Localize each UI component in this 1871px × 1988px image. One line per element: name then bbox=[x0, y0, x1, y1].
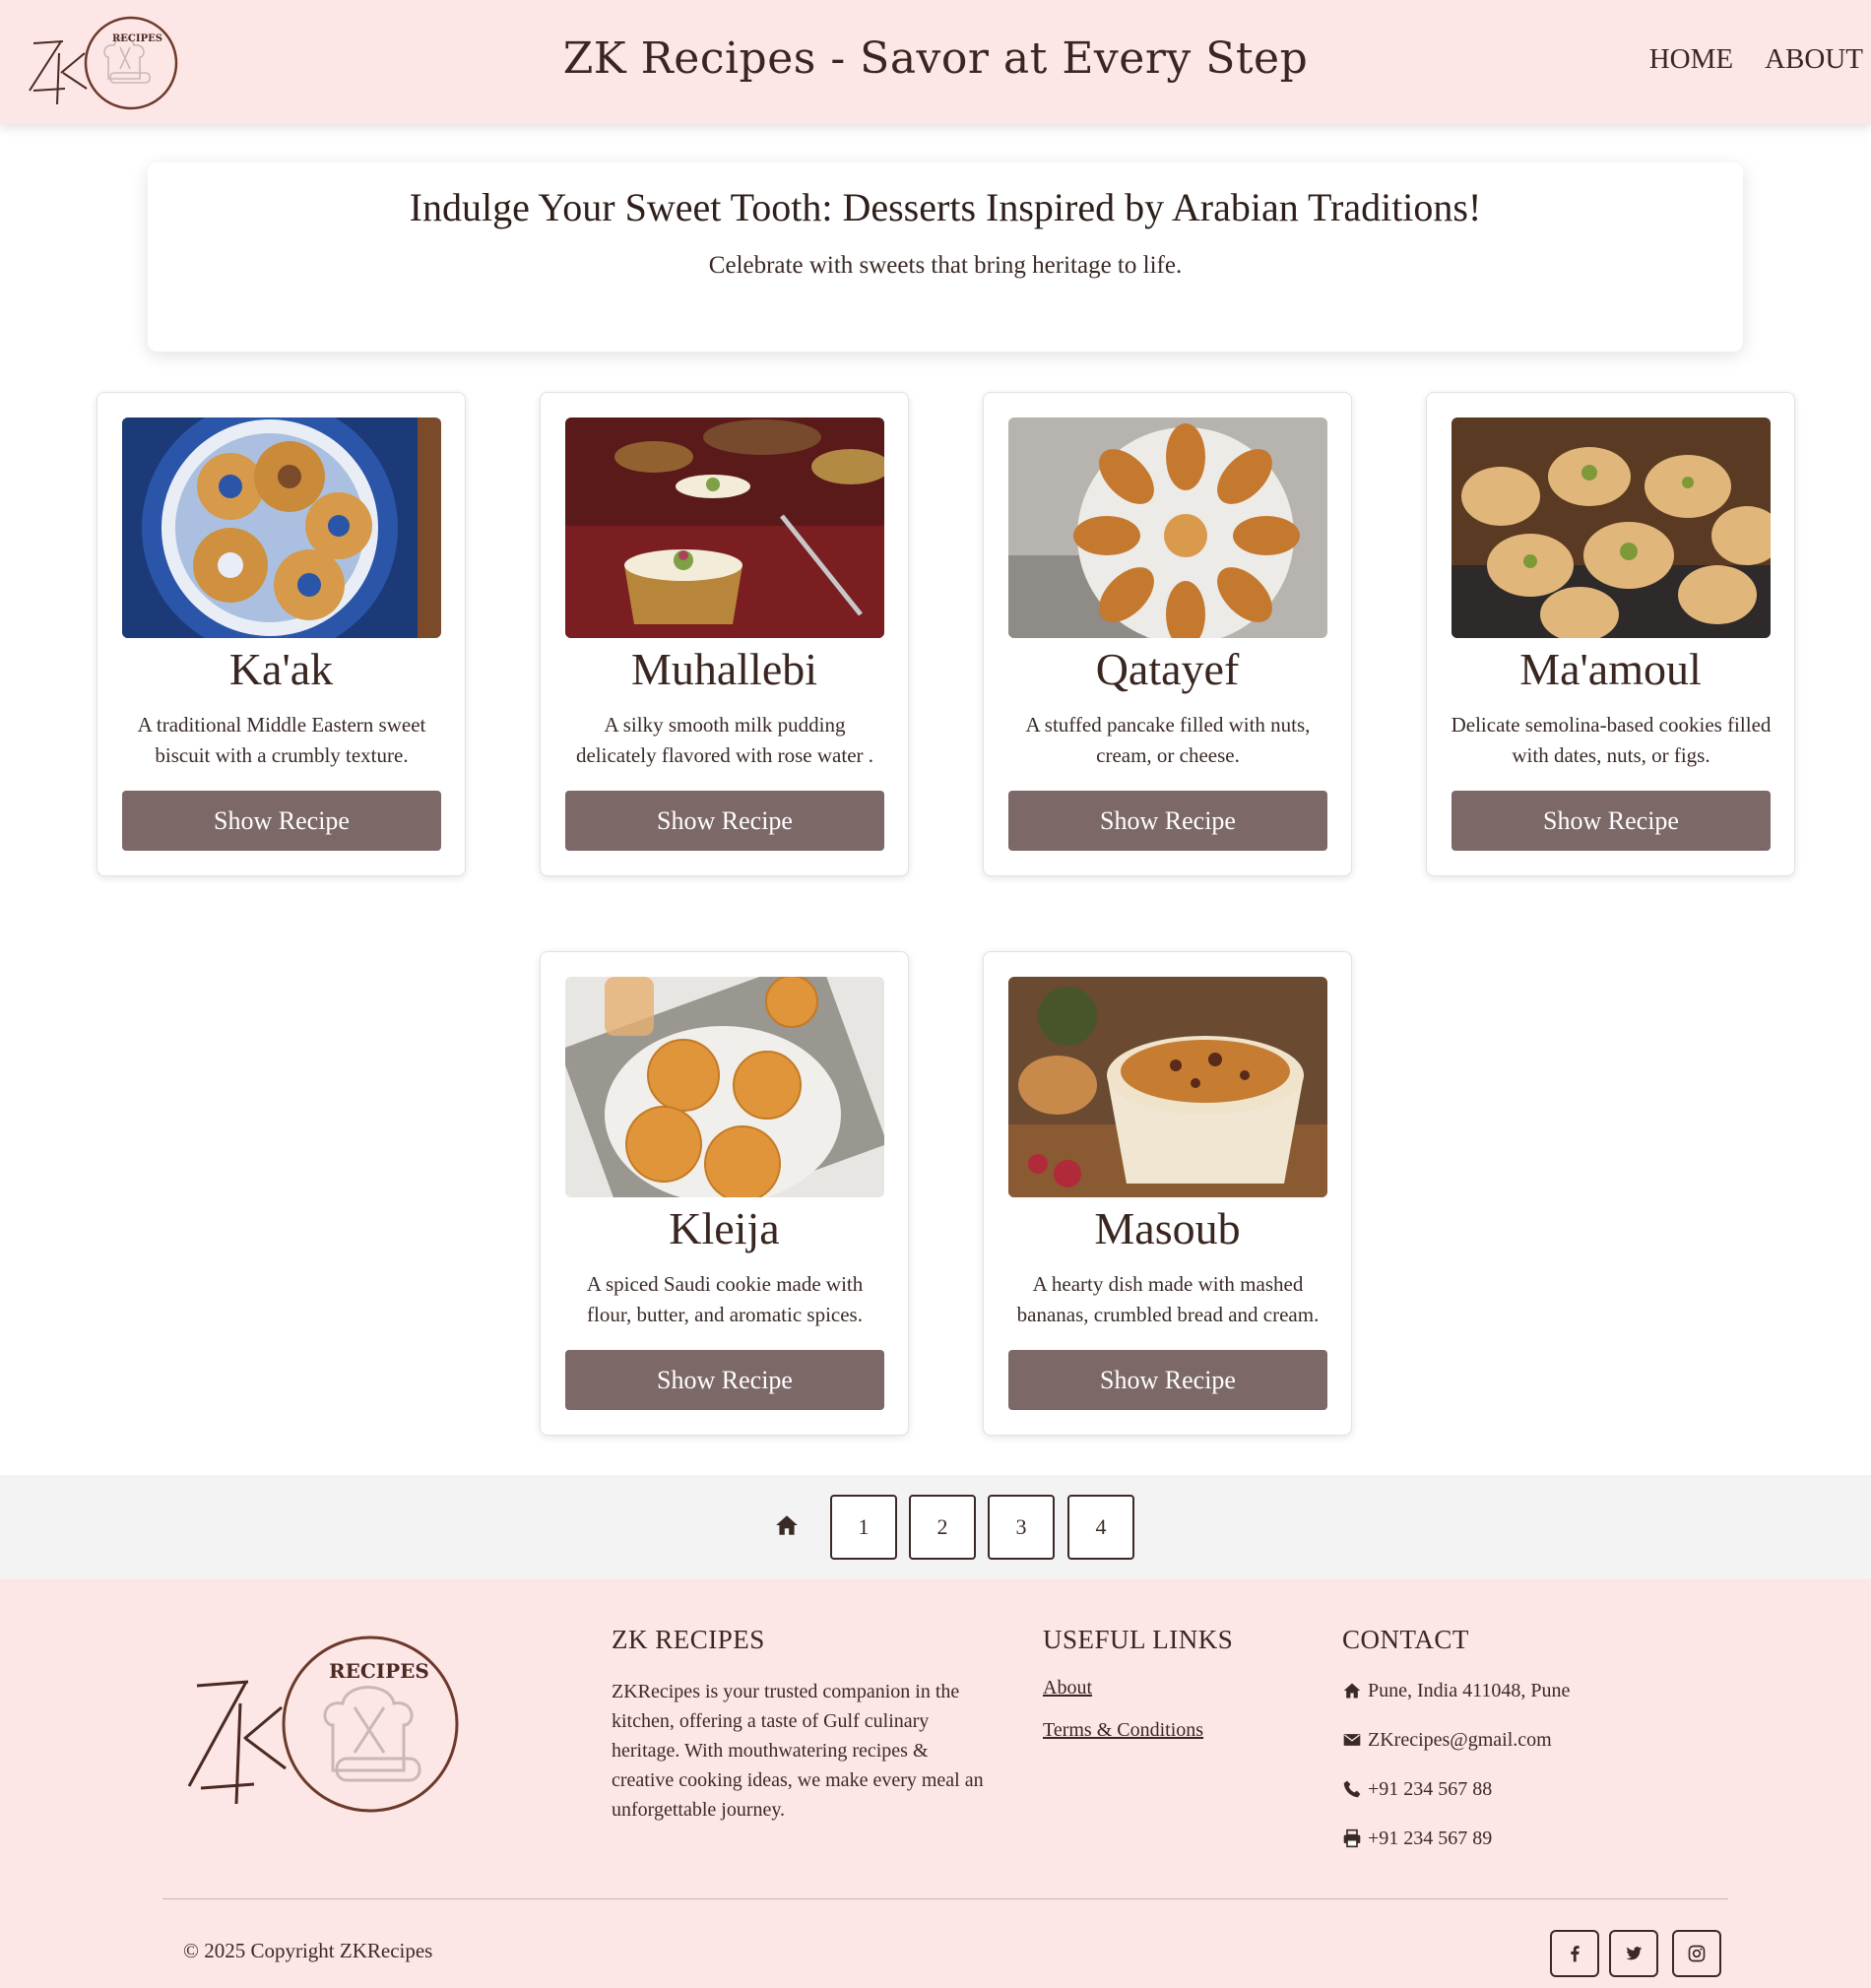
contact-phone: +91 234 567 88 bbox=[1342, 1775, 1697, 1803]
main-nav: HOME ABOUT bbox=[1649, 43, 1863, 76]
facebook-icon bbox=[1571, 1946, 1580, 1962]
footer-divider bbox=[162, 1898, 1728, 1899]
show-recipe-button[interactable]: Show Recipe bbox=[565, 1350, 884, 1410]
hero-subheading: Celebrate with sweets that bring heritag… bbox=[708, 252, 1183, 279]
site-header: RECIPES ZK Recipes - Savor at Every Step… bbox=[0, 0, 1871, 124]
recipe-description: A stuffed pancake filled with nuts, crea… bbox=[1025, 713, 1311, 767]
recipe-card-qatayef: Qatayef A stuffed pancake filled with nu… bbox=[983, 392, 1352, 876]
facebook-button[interactable] bbox=[1550, 1930, 1599, 1977]
recipe-description: Delicate semolina-based cookies filled w… bbox=[1451, 713, 1772, 767]
recipe-description: A silky smooth milk pudding delicately f… bbox=[575, 713, 874, 767]
show-recipe-button[interactable]: Show Recipe bbox=[1008, 791, 1327, 851]
contact-address: Pune, India 411048, Pune bbox=[1342, 1677, 1697, 1704]
recipe-name: Kleija bbox=[669, 1203, 780, 1253]
site-title: ZK Recipes - Savor at Every Step bbox=[562, 33, 1309, 84]
envelope-icon bbox=[1343, 1734, 1361, 1746]
footer-about-title: ZK RECIPES bbox=[612, 1625, 765, 1654]
recipe-image-maamoul[interactable] bbox=[1452, 417, 1771, 638]
footer-link-terms[interactable]: Terms & Conditions bbox=[1043, 1719, 1299, 1742]
show-recipe-button[interactable]: Show Recipe bbox=[1452, 791, 1771, 851]
footer-contact-title: CONTACT bbox=[1342, 1625, 1469, 1654]
contact-address-text: Pune, India 411048, Pune bbox=[1368, 1679, 1571, 1701]
show-recipe-button[interactable]: Show Recipe bbox=[122, 791, 441, 851]
recipe-image-masoub[interactable] bbox=[1008, 977, 1327, 1197]
recipe-name: Muhallebi bbox=[630, 644, 818, 694]
hero-heading: Indulge Your Sweet Tooth: Desserts Inspi… bbox=[409, 185, 1482, 229]
recipe-description: A hearty dish made with mashed bananas, … bbox=[1016, 1272, 1320, 1326]
recipe-card-kaak: Ka'ak A traditional Middle Eastern sweet… bbox=[97, 392, 466, 876]
recipe-card-maamoul: Ma'amoul Delicate semolina-based cookies… bbox=[1426, 392, 1795, 876]
hero-banner: Indulge Your Sweet Tooth: Desserts Inspi… bbox=[148, 162, 1743, 352]
footer-about-section: ZK RECIPES ZKRecipes is your trusted com… bbox=[612, 1625, 986, 1825]
footer-logo: RECIPES bbox=[187, 1635, 459, 1813]
home-icon[interactable] bbox=[774, 1512, 800, 1538]
page-button-3[interactable]: 3 bbox=[988, 1495, 1055, 1560]
printer-icon bbox=[1343, 1828, 1361, 1848]
recipe-name: Masoub bbox=[1094, 1203, 1241, 1253]
footer-contact-section: CONTACT Pune, India 411048, Pune ZKrecip… bbox=[1342, 1625, 1697, 1852]
recipe-image-kaak[interactable] bbox=[122, 417, 441, 638]
contact-email-text[interactable]: ZKrecipes@gmail.com bbox=[1368, 1729, 1552, 1752]
copyright-text: © 2025 Copyright ZKRecipes bbox=[183, 1939, 433, 1962]
show-recipe-button[interactable]: Show Recipe bbox=[1008, 1350, 1327, 1410]
twitter-icon bbox=[1626, 1947, 1643, 1960]
site-footer: RECIPES ZK RECIPES ZKRecipes is your tru… bbox=[0, 1579, 1871, 1988]
recipe-card-kleija: Kleija A spiced Saudi cookie made with f… bbox=[540, 951, 909, 1436]
recipe-image-kleija[interactable] bbox=[565, 977, 884, 1197]
page-button-2[interactable]: 2 bbox=[909, 1495, 976, 1560]
footer-about-text: ZKRecipes is your trusted companion in t… bbox=[612, 1681, 984, 1821]
recipe-name: Qatayef bbox=[1095, 644, 1240, 694]
nav-about-link[interactable]: ABOUT bbox=[1765, 43, 1863, 76]
recipe-name: Ka'ak bbox=[228, 644, 334, 694]
instagram-icon bbox=[1688, 1945, 1706, 1962]
show-recipe-button[interactable]: Show Recipe bbox=[565, 791, 884, 851]
footer-links-section: USEFUL LINKS About Terms & Conditions bbox=[1043, 1625, 1299, 1742]
phone-icon bbox=[1343, 1780, 1361, 1798]
pagination-bar: 1 2 3 4 bbox=[0, 1475, 1871, 1579]
recipe-card-muhallebi: Muhallebi A silky smooth milk pudding de… bbox=[540, 392, 909, 876]
instagram-button[interactable] bbox=[1672, 1930, 1721, 1977]
recipe-card-masoub: Masoub A hearty dish made with mashed ba… bbox=[983, 951, 1352, 1436]
contact-email: ZKrecipes@gmail.com bbox=[1342, 1726, 1697, 1754]
recipe-description: A spiced Saudi cookie made with flour, b… bbox=[586, 1272, 864, 1326]
footer-links-title: USEFUL LINKS bbox=[1043, 1625, 1234, 1654]
recipe-image-qatayef[interactable] bbox=[1008, 417, 1327, 638]
nav-home-link[interactable]: HOME bbox=[1649, 43, 1733, 76]
page-button-4[interactable]: 4 bbox=[1067, 1495, 1134, 1560]
recipe-description: A traditional Middle Eastern sweet biscu… bbox=[137, 713, 426, 767]
twitter-button[interactable] bbox=[1609, 1930, 1658, 1977]
footer-logo-text: RECIPES bbox=[329, 1659, 429, 1683]
contact-fax-text: +91 234 567 89 bbox=[1368, 1827, 1493, 1849]
page-button-1[interactable]: 1 bbox=[830, 1495, 897, 1560]
recipe-name: Ma'amoul bbox=[1519, 644, 1702, 694]
home-icon bbox=[1343, 1683, 1361, 1699]
footer-link-about[interactable]: About bbox=[1043, 1677, 1299, 1699]
recipe-image-muhallebi[interactable] bbox=[565, 417, 884, 638]
contact-phone-text: +91 234 567 88 bbox=[1368, 1777, 1493, 1800]
contact-fax: +91 234 567 89 bbox=[1342, 1825, 1697, 1852]
